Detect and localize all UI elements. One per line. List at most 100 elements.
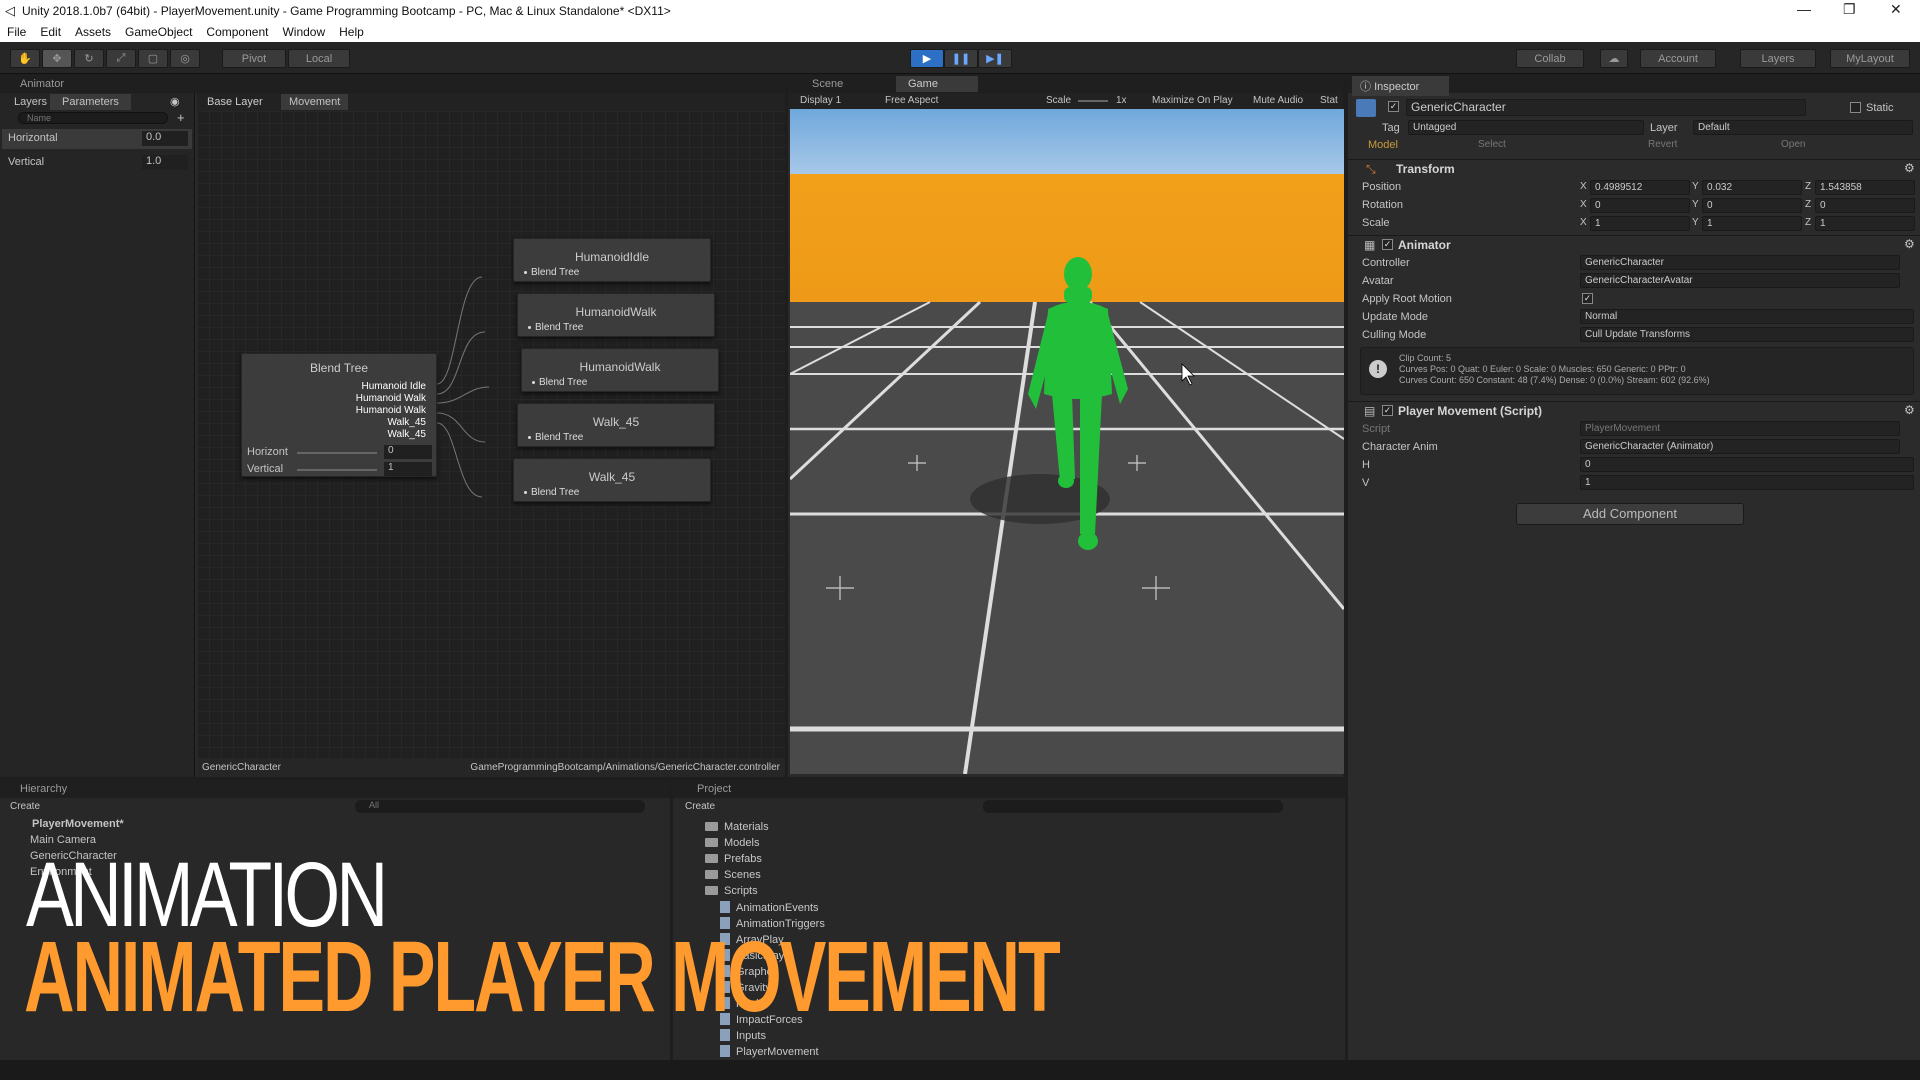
- close-icon[interactable]: ✕: [1890, 1, 1902, 18]
- game-tab[interactable]: Game: [896, 76, 978, 92]
- script-file[interactable]: PlayerMovement: [720, 1045, 819, 1058]
- object-name-field[interactable]: GenericCharacter: [1406, 99, 1806, 116]
- aspect-dropdown[interactable]: Free Aspect: [885, 95, 938, 106]
- move-tool-icon[interactable]: ✥: [42, 49, 72, 68]
- scale-y-field[interactable]: 1: [1702, 216, 1802, 231]
- inspector-tab[interactable]: ⓘ Inspector: [1352, 76, 1450, 96]
- rect-tool-icon[interactable]: ▢: [138, 49, 168, 68]
- script-enabled-checkbox[interactable]: ✓: [1382, 405, 1393, 416]
- hand-tool-icon[interactable]: ✋: [10, 49, 40, 68]
- project-tab[interactable]: Project: [697, 783, 731, 795]
- collab-button[interactable]: Collab: [1516, 49, 1584, 68]
- blend-tree-node[interactable]: Blend Tree Humanoid Idle Humanoid Walk H…: [241, 353, 437, 477]
- settings-gear-icon[interactable]: ⚙: [1904, 403, 1915, 417]
- menu-edit[interactable]: Edit: [33, 22, 68, 42]
- animator-graph-canvas[interactable]: Blend Tree Humanoid Idle Humanoid Walk H…: [197, 111, 785, 758]
- vertical-field[interactable]: 1: [384, 462, 432, 476]
- tag-dropdown[interactable]: Untagged: [1408, 120, 1644, 135]
- position-y-field[interactable]: 0.032: [1702, 180, 1802, 195]
- menu-file[interactable]: File: [0, 22, 33, 42]
- account-dropdown[interactable]: Account: [1640, 49, 1716, 68]
- active-checkbox[interactable]: ✓: [1388, 101, 1399, 112]
- motion-node[interactable]: Walk_45 Blend Tree: [517, 403, 715, 447]
- script-component-header[interactable]: ▤ ✓ Player Movement (Script) ⚙: [1348, 401, 1920, 419]
- add-parameter-icon[interactable]: +: [177, 110, 185, 125]
- layer-dropdown[interactable]: Default: [1693, 120, 1913, 135]
- scene-tab[interactable]: Scene: [812, 78, 843, 90]
- menu-window[interactable]: Window: [275, 22, 332, 42]
- model-revert-button[interactable]: Revert: [1648, 139, 1677, 150]
- scale-x-field[interactable]: 1: [1590, 216, 1690, 231]
- rotate-tool-icon[interactable]: ↻: [74, 49, 104, 68]
- character-anim-field[interactable]: GenericCharacter (Animator): [1580, 439, 1900, 454]
- scale-tool-icon[interactable]: ⤢: [106, 49, 136, 68]
- animator-component-header[interactable]: ▦ ✓ Animator ⚙: [1348, 235, 1920, 253]
- parameters-tab[interactable]: Parameters: [50, 94, 131, 110]
- avatar-field[interactable]: GenericCharacterAvatar: [1580, 273, 1900, 288]
- param-value-field[interactable]: 0.0: [142, 131, 188, 146]
- motion-node[interactable]: HumanoidWalk Blend Tree: [517, 293, 715, 337]
- folder-item[interactable]: Prefabs: [705, 853, 762, 865]
- folder-item[interactable]: Models: [705, 837, 759, 849]
- folder-item[interactable]: Materials: [705, 821, 769, 833]
- horizontal-slider[interactable]: [297, 452, 377, 454]
- layers-tab[interactable]: Layers: [14, 96, 47, 108]
- minimize-icon[interactable]: —: [1797, 1, 1811, 17]
- menu-component[interactable]: Component: [199, 22, 275, 42]
- folder-item[interactable]: Scenes: [705, 869, 761, 881]
- menu-help[interactable]: Help: [332, 22, 371, 42]
- layers-dropdown[interactable]: Layers: [1740, 49, 1816, 68]
- hierarchy-search-input[interactable]: All: [355, 800, 645, 813]
- script-file[interactable]: AnimationEvents: [720, 901, 819, 914]
- settings-gear-icon[interactable]: ⚙: [1904, 237, 1915, 251]
- menu-assets[interactable]: Assets: [68, 22, 118, 42]
- scene-row[interactable]: PlayerMovement*: [32, 818, 124, 830]
- pivot-toggle[interactable]: Pivot: [222, 49, 286, 68]
- breadcrumb-movement[interactable]: Movement: [281, 94, 349, 110]
- stats-toggle[interactable]: Stat: [1320, 95, 1338, 106]
- param-value-field[interactable]: 1.0: [142, 155, 188, 170]
- v-field[interactable]: 1: [1580, 475, 1914, 490]
- scale-slider[interactable]: [1078, 100, 1108, 102]
- position-x-field[interactable]: 0.4989512: [1590, 180, 1690, 195]
- vertical-slider[interactable]: [297, 469, 377, 471]
- layout-dropdown[interactable]: MyLayout: [1830, 49, 1910, 68]
- play-button[interactable]: ▶: [910, 49, 944, 68]
- settings-gear-icon[interactable]: ⚙: [1904, 161, 1915, 175]
- parameter-search-input[interactable]: [18, 112, 168, 124]
- rotation-z-field[interactable]: 0: [1815, 198, 1915, 213]
- motion-node[interactable]: HumanoidIdle Blend Tree: [513, 238, 711, 282]
- model-select-button[interactable]: Select: [1478, 139, 1506, 150]
- static-checkbox[interactable]: [1850, 102, 1861, 113]
- folder-item[interactable]: Scripts: [705, 885, 758, 897]
- culling-mode-dropdown[interactable]: Cull Update Transforms: [1580, 327, 1914, 342]
- display-dropdown[interactable]: Display 1: [800, 95, 841, 106]
- scale-z-field[interactable]: 1: [1815, 216, 1915, 231]
- maximize-on-play-toggle[interactable]: Maximize On Play: [1152, 95, 1233, 106]
- project-search-input[interactable]: [983, 800, 1283, 813]
- cloud-icon[interactable]: ☁: [1600, 49, 1628, 68]
- project-create-dropdown[interactable]: Create: [685, 801, 715, 812]
- pause-button[interactable]: ❚❚: [944, 49, 978, 68]
- eye-icon[interactable]: ◉: [170, 95, 180, 108]
- local-toggle[interactable]: Local: [288, 49, 350, 68]
- controller-field[interactable]: GenericCharacter: [1580, 255, 1900, 270]
- breadcrumb-base-layer[interactable]: Base Layer: [207, 96, 263, 108]
- apply-root-motion-checkbox[interactable]: ✓: [1582, 293, 1593, 304]
- add-component-button[interactable]: Add Component: [1516, 503, 1744, 525]
- step-button[interactable]: ▶❚: [978, 49, 1012, 68]
- model-open-button[interactable]: Open: [1781, 139, 1805, 150]
- restore-icon[interactable]: ❐: [1843, 1, 1856, 18]
- motion-node[interactable]: Walk_45 Blend Tree: [513, 458, 711, 502]
- rotation-y-field[interactable]: 0: [1702, 198, 1802, 213]
- transform-header[interactable]: ⤡ Transform ⚙: [1348, 159, 1920, 177]
- motion-node[interactable]: HumanoidWalk Blend Tree: [521, 348, 719, 392]
- hierarchy-tab[interactable]: Hierarchy: [20, 783, 67, 795]
- game-viewport[interactable]: [790, 109, 1344, 774]
- mute-audio-toggle[interactable]: Mute Audio: [1253, 95, 1303, 106]
- transform-tool-icon[interactable]: ◎: [170, 49, 200, 68]
- hierarchy-create-dropdown[interactable]: Create: [10, 801, 40, 812]
- animator-tab[interactable]: Animator: [20, 78, 64, 90]
- update-mode-dropdown[interactable]: Normal: [1580, 309, 1914, 324]
- menu-gameobject[interactable]: GameObject: [118, 22, 199, 42]
